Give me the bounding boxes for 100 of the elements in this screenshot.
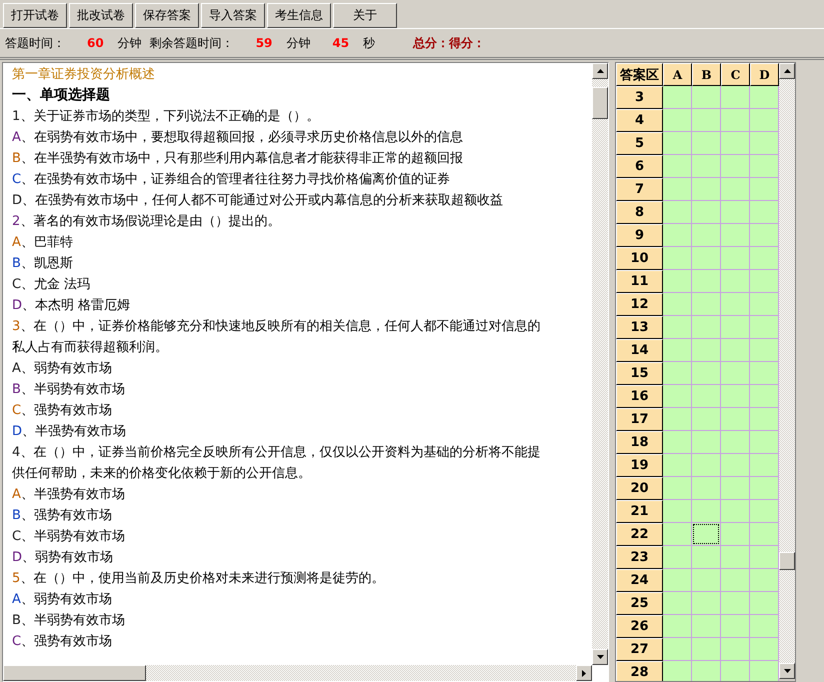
- answer-cell[interactable]: [663, 592, 692, 615]
- answer-cell[interactable]: [692, 500, 721, 523]
- answer-cell[interactable]: [750, 339, 779, 362]
- answer-cell[interactable]: [692, 477, 721, 500]
- scroll-up-arrow-icon[interactable]: [596, 69, 604, 73]
- answer-cell[interactable]: [750, 546, 779, 569]
- answer-cell[interactable]: [692, 247, 721, 270]
- toolbar-button[interactable]: 导入答案: [201, 3, 265, 28]
- answer-cell[interactable]: [721, 178, 750, 201]
- answer-cell[interactable]: [663, 661, 692, 681]
- scroll-right-arrow-icon[interactable]: [582, 670, 586, 676]
- answer-cell[interactable]: [692, 546, 721, 569]
- answer-cell[interactable]: [750, 638, 779, 661]
- answer-cell[interactable]: [663, 477, 692, 500]
- scroll-down-arrow-icon[interactable]: [784, 669, 790, 673]
- answer-cell[interactable]: [663, 431, 692, 454]
- answer-cell[interactable]: [721, 339, 750, 362]
- answer-cell[interactable]: [721, 155, 750, 178]
- answer-cell[interactable]: [663, 454, 692, 477]
- answer-cell[interactable]: [663, 362, 692, 385]
- answer-cell[interactable]: [721, 109, 750, 132]
- answer-cell[interactable]: [692, 362, 721, 385]
- answer-cell[interactable]: [721, 477, 750, 500]
- answer-cell[interactable]: [663, 86, 692, 109]
- answer-cell[interactable]: [721, 431, 750, 454]
- answer-cell[interactable]: [692, 638, 721, 661]
- answer-cell[interactable]: [663, 523, 692, 546]
- toolbar-button[interactable]: 关于: [333, 3, 397, 28]
- answer-cell[interactable]: [750, 592, 779, 615]
- toolbar-button[interactable]: 保存答案: [135, 3, 199, 28]
- answer-cell[interactable]: [692, 109, 721, 132]
- answer-cell[interactable]: [663, 408, 692, 431]
- answer-cell[interactable]: [663, 385, 692, 408]
- answer-cell[interactable]: [721, 569, 750, 592]
- answer-cell[interactable]: [721, 454, 750, 477]
- answer-cell[interactable]: [663, 638, 692, 661]
- toolbar-button[interactable]: 考生信息: [267, 3, 331, 28]
- answer-cell[interactable]: [721, 638, 750, 661]
- answer-cell[interactable]: [692, 293, 721, 316]
- answer-cell[interactable]: [750, 569, 779, 592]
- answer-cell[interactable]: [721, 408, 750, 431]
- answer-cell[interactable]: [721, 385, 750, 408]
- answer-cell[interactable]: [750, 293, 779, 316]
- answer-cell[interactable]: [692, 224, 721, 247]
- answer-cell[interactable]: [692, 178, 721, 201]
- answer-cell[interactable]: [692, 155, 721, 178]
- answer-cell[interactable]: [750, 500, 779, 523]
- answer-cell[interactable]: [663, 132, 692, 155]
- answer-cell[interactable]: [750, 155, 779, 178]
- answer-cell[interactable]: [692, 454, 721, 477]
- scrollbar-thumb[interactable]: [3, 665, 146, 681]
- answer-cell[interactable]: [663, 316, 692, 339]
- answer-cell[interactable]: [750, 178, 779, 201]
- answer-cell[interactable]: [721, 247, 750, 270]
- answer-cell[interactable]: [663, 155, 692, 178]
- scroll-up-arrow-icon[interactable]: [784, 69, 790, 73]
- answer-cell[interactable]: [721, 523, 750, 546]
- answer-cell[interactable]: [663, 569, 692, 592]
- answer-cell[interactable]: [750, 661, 779, 681]
- answer-cell[interactable]: [692, 592, 721, 615]
- answer-cell[interactable]: [750, 316, 779, 339]
- answer-cell[interactable]: [692, 339, 721, 362]
- horizontal-scrollbar[interactable]: [3, 665, 592, 681]
- answer-cell[interactable]: [692, 86, 721, 109]
- answer-cell[interactable]: [721, 86, 750, 109]
- scroll-down-arrow-icon[interactable]: [596, 655, 604, 659]
- scrollbar-thumb[interactable]: [592, 87, 608, 119]
- answer-cell[interactable]: [721, 270, 750, 293]
- answer-cell[interactable]: [750, 477, 779, 500]
- answer-cell[interactable]: [663, 224, 692, 247]
- answer-cell[interactable]: [721, 293, 750, 316]
- answer-cell[interactable]: [721, 500, 750, 523]
- answer-cell[interactable]: [721, 615, 750, 638]
- answer-cell[interactable]: [750, 408, 779, 431]
- scrollbar-thumb[interactable]: [779, 552, 795, 570]
- answer-cell[interactable]: [692, 615, 721, 638]
- answer-cell[interactable]: [663, 339, 692, 362]
- answer-cell[interactable]: [750, 523, 779, 546]
- answer-cell[interactable]: [721, 132, 750, 155]
- answer-cell[interactable]: [750, 132, 779, 155]
- answer-cell[interactable]: [663, 201, 692, 224]
- answer-cell[interactable]: [692, 201, 721, 224]
- answer-cell[interactable]: [750, 362, 779, 385]
- vertical-scrollbar[interactable]: [592, 63, 608, 665]
- answer-cell[interactable]: [721, 316, 750, 339]
- answer-cell[interactable]: [750, 385, 779, 408]
- answer-cell[interactable]: [721, 661, 750, 681]
- answer-cell[interactable]: [750, 201, 779, 224]
- answer-cell[interactable]: [750, 270, 779, 293]
- answer-cell[interactable]: [663, 178, 692, 201]
- answer-cell[interactable]: [750, 224, 779, 247]
- toolbar-button[interactable]: 批改试卷: [69, 3, 133, 28]
- answer-cell[interactable]: [663, 500, 692, 523]
- answer-cell[interactable]: [721, 592, 750, 615]
- answer-cell[interactable]: [692, 316, 721, 339]
- toolbar-button[interactable]: 打开试卷: [3, 3, 67, 28]
- answer-cell[interactable]: [750, 431, 779, 454]
- answer-cell[interactable]: [692, 408, 721, 431]
- answer-cell[interactable]: [692, 385, 721, 408]
- answer-cell[interactable]: [663, 270, 692, 293]
